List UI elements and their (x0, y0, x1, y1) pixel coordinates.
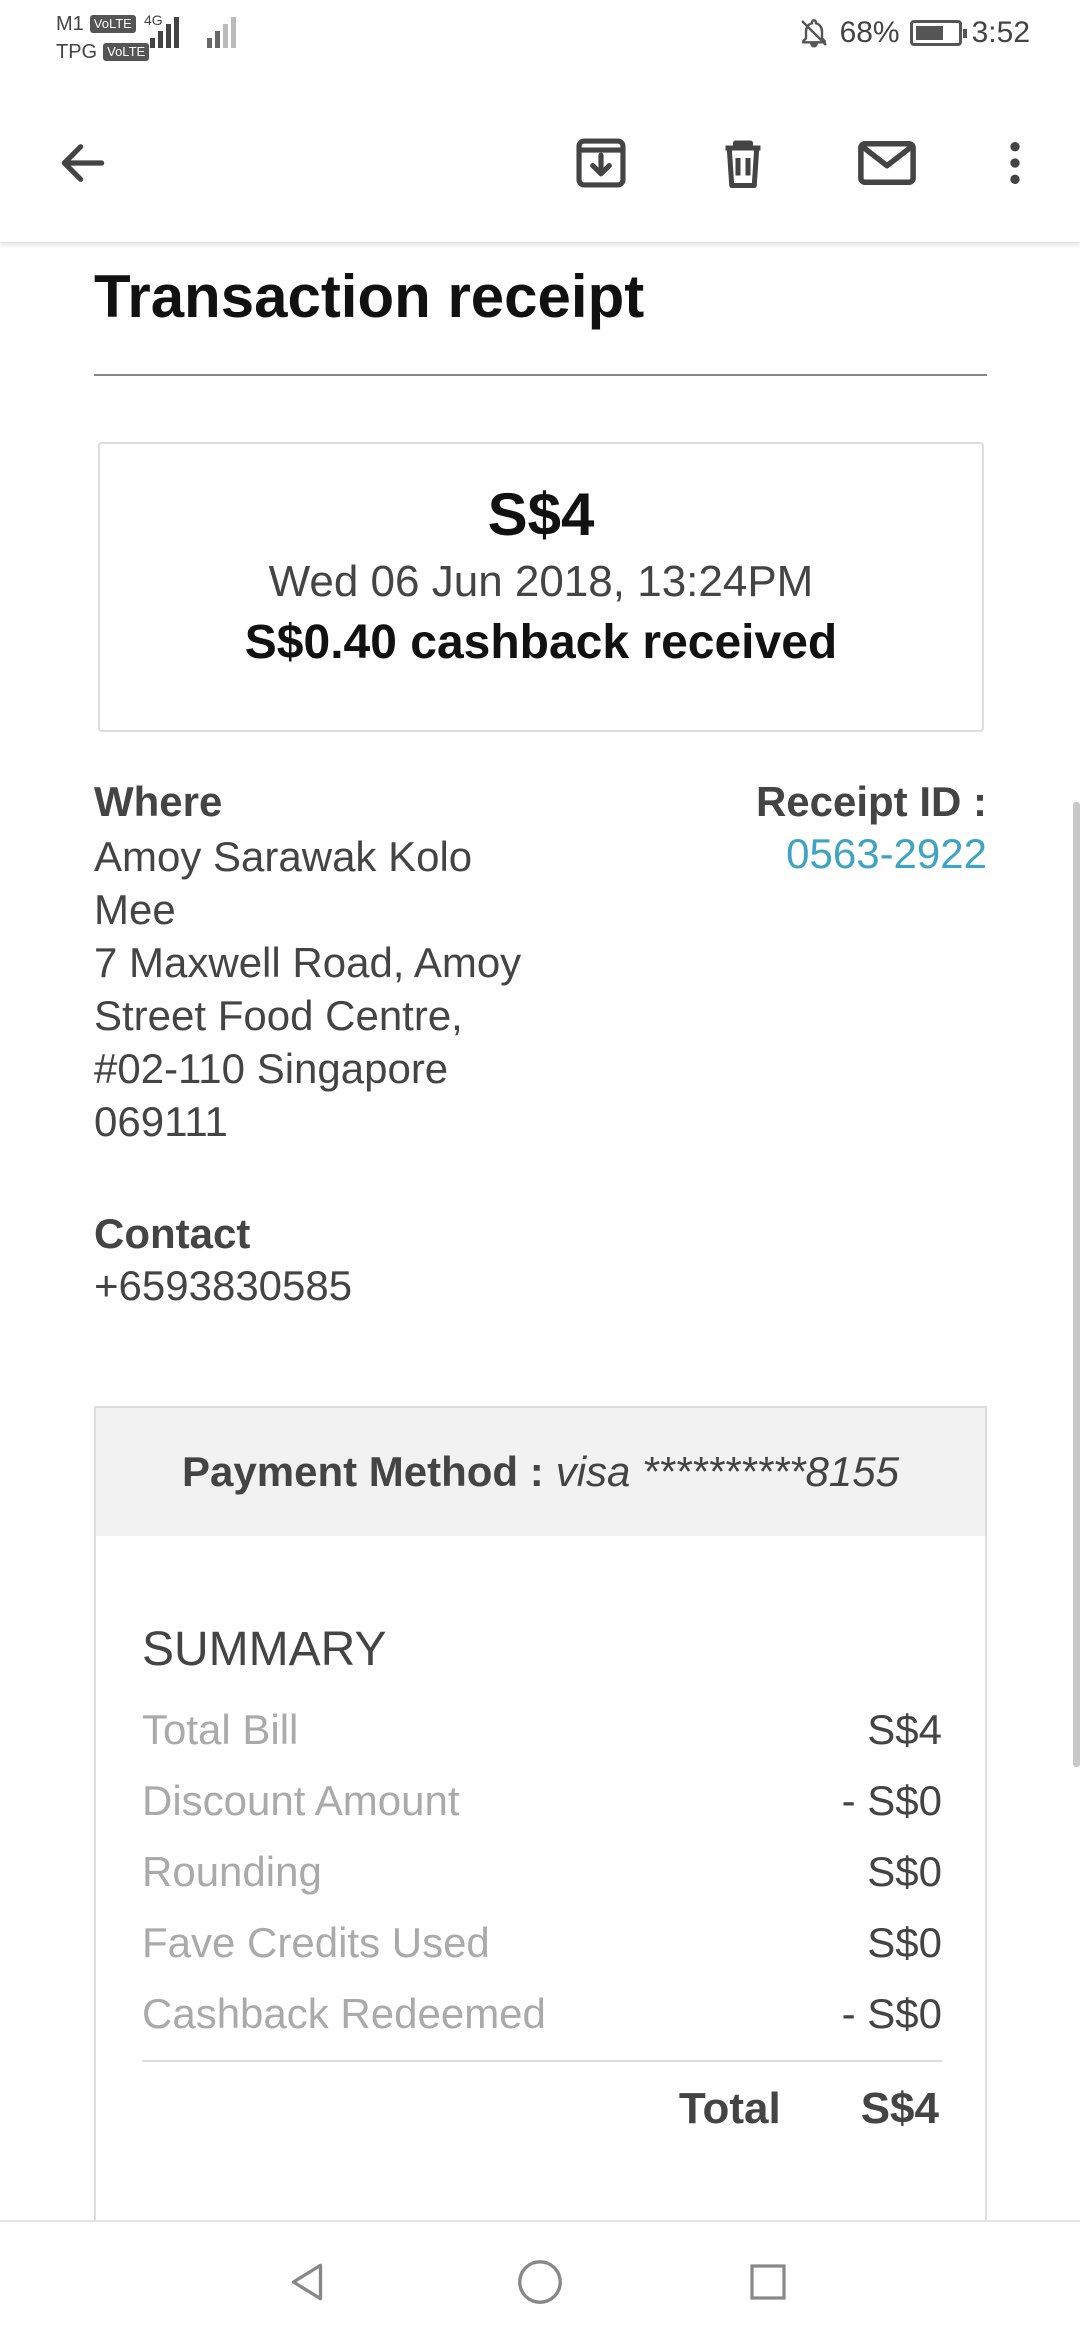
payment-method: Payment Method : visa **********8155 (96, 1408, 985, 1536)
signal-icons (140, 14, 236, 48)
payment-summary-card: Payment Method : visa **********8155 SUM… (94, 1406, 987, 2220)
address-line: 7 Maxwell Road, Amoy (94, 939, 522, 986)
carrier-1: M1 (56, 13, 84, 35)
summary-row: Discount Amount - S$0 (142, 1777, 942, 1848)
email-toolbar (0, 78, 1080, 242)
battery-fill (915, 26, 943, 40)
address-line: #02-110 Singapore (94, 1045, 449, 1092)
triangle-back-icon (291, 2263, 323, 2301)
bell-off-icon (800, 19, 827, 48)
summary-row: Cashback Redeemed - S$0 (142, 1990, 942, 2061)
more-vertical-icon (1010, 142, 1020, 184)
summary-row-value: S$0 (867, 1919, 942, 1966)
arrow-left-icon (61, 144, 105, 182)
where-label: Where (94, 778, 223, 825)
system-nav-bar (0, 2220, 1080, 2340)
signal-icon-1 (150, 14, 179, 48)
carrier-info: M1 VoLTE TPG VoLTE (56, 10, 150, 66)
nav-home-button[interactable] (510, 2252, 570, 2312)
back-button[interactable] (48, 128, 118, 198)
mail-icon (858, 141, 916, 185)
battery-percent: 68% (839, 16, 900, 49)
summary-row: Fave Credits Used S$0 (142, 1919, 942, 1990)
transaction-datetime: Wed 06 Jun 2018, 13:24PM (268, 557, 814, 606)
signal-icon-2 (207, 14, 236, 48)
battery-icon (909, 20, 967, 46)
summary-row-label: Cashback Redeemed (142, 1990, 546, 2037)
scrollbar[interactable] (1073, 802, 1080, 1767)
page-title: Transaction receipt (94, 263, 645, 330)
summary-row-value: S$4 (867, 1706, 942, 1753)
more-options-button[interactable] (980, 128, 1050, 198)
clock: 3:52 (971, 16, 1030, 49)
address-line: Street Food Centre, (94, 992, 463, 1039)
summary-row-label: Rounding (142, 1848, 322, 1895)
volte-badge-1: VoLTE (89, 15, 136, 33)
summary-row: Total Bill S$4 (142, 1706, 942, 1777)
summary-rows: Total Bill S$4 Discount Amount - S$0 Rou… (142, 1706, 942, 2061)
summary-row-label: Total Bill (142, 1706, 299, 1753)
summary-total: Total S$4 (679, 2084, 939, 2134)
total-value: S$4 (860, 2084, 939, 2133)
summary-row-value: S$0 (867, 1848, 942, 1895)
total-label: Total (678, 2084, 781, 2133)
address-line: Mee (94, 886, 176, 933)
archive-icon (576, 138, 626, 188)
title-divider (94, 374, 987, 376)
cashback-text: S$0.40 cashback received (244, 616, 838, 669)
nav-recents-button[interactable] (738, 2252, 798, 2312)
summary-divider (142, 2060, 942, 2062)
summary-row-value: - S$0 (841, 1777, 942, 1824)
payment-method-label: Payment Method : (182, 1448, 544, 1495)
status-right: 68% 3:52 (798, 16, 1030, 50)
summary-row-value: - S$0 (841, 1990, 942, 2037)
circle-home-icon (518, 2260, 562, 2304)
archive-button[interactable] (566, 128, 636, 198)
merchant-address: Amoy Sarawak Kolo Mee 7 Maxwell Road, Am… (94, 830, 564, 1148)
payment-method-value: visa **********8155 (555, 1448, 899, 1495)
status-bar: M1 VoLTE TPG VoLTE 4G 68% 3:52 (0, 0, 1080, 78)
email-body[interactable]: Transaction receipt S$4 Wed 06 Jun 2018,… (0, 242, 1080, 2220)
summary-row-label: Fave Credits Used (142, 1919, 490, 1966)
address-line: 069111 (94, 1098, 228, 1145)
address-line: Amoy Sarawak Kolo (94, 833, 473, 880)
transaction-amount: S$4 (487, 481, 595, 548)
square-recents-icon (750, 2264, 786, 2300)
carrier-2: TPG (56, 41, 98, 63)
amount-card: S$4 Wed 06 Jun 2018, 13:24PM S$0.40 cash… (98, 442, 984, 732)
contact-phone[interactable]: +6593830585 (94, 1262, 352, 1310)
summary-title: SUMMARY (142, 1623, 387, 1676)
delete-button[interactable] (708, 128, 778, 198)
contact-label: Contact (94, 1210, 251, 1257)
trash-icon (725, 140, 761, 188)
receipt-id-label: Receipt ID : (755, 778, 987, 825)
mark-unread-button[interactable] (852, 128, 922, 198)
nav-back-button[interactable] (278, 2252, 338, 2312)
summary-row: Rounding S$0 (142, 1848, 942, 1919)
receipt-id-link[interactable]: 0563-2922 (786, 830, 987, 878)
summary-row-label: Discount Amount (142, 1777, 460, 1824)
